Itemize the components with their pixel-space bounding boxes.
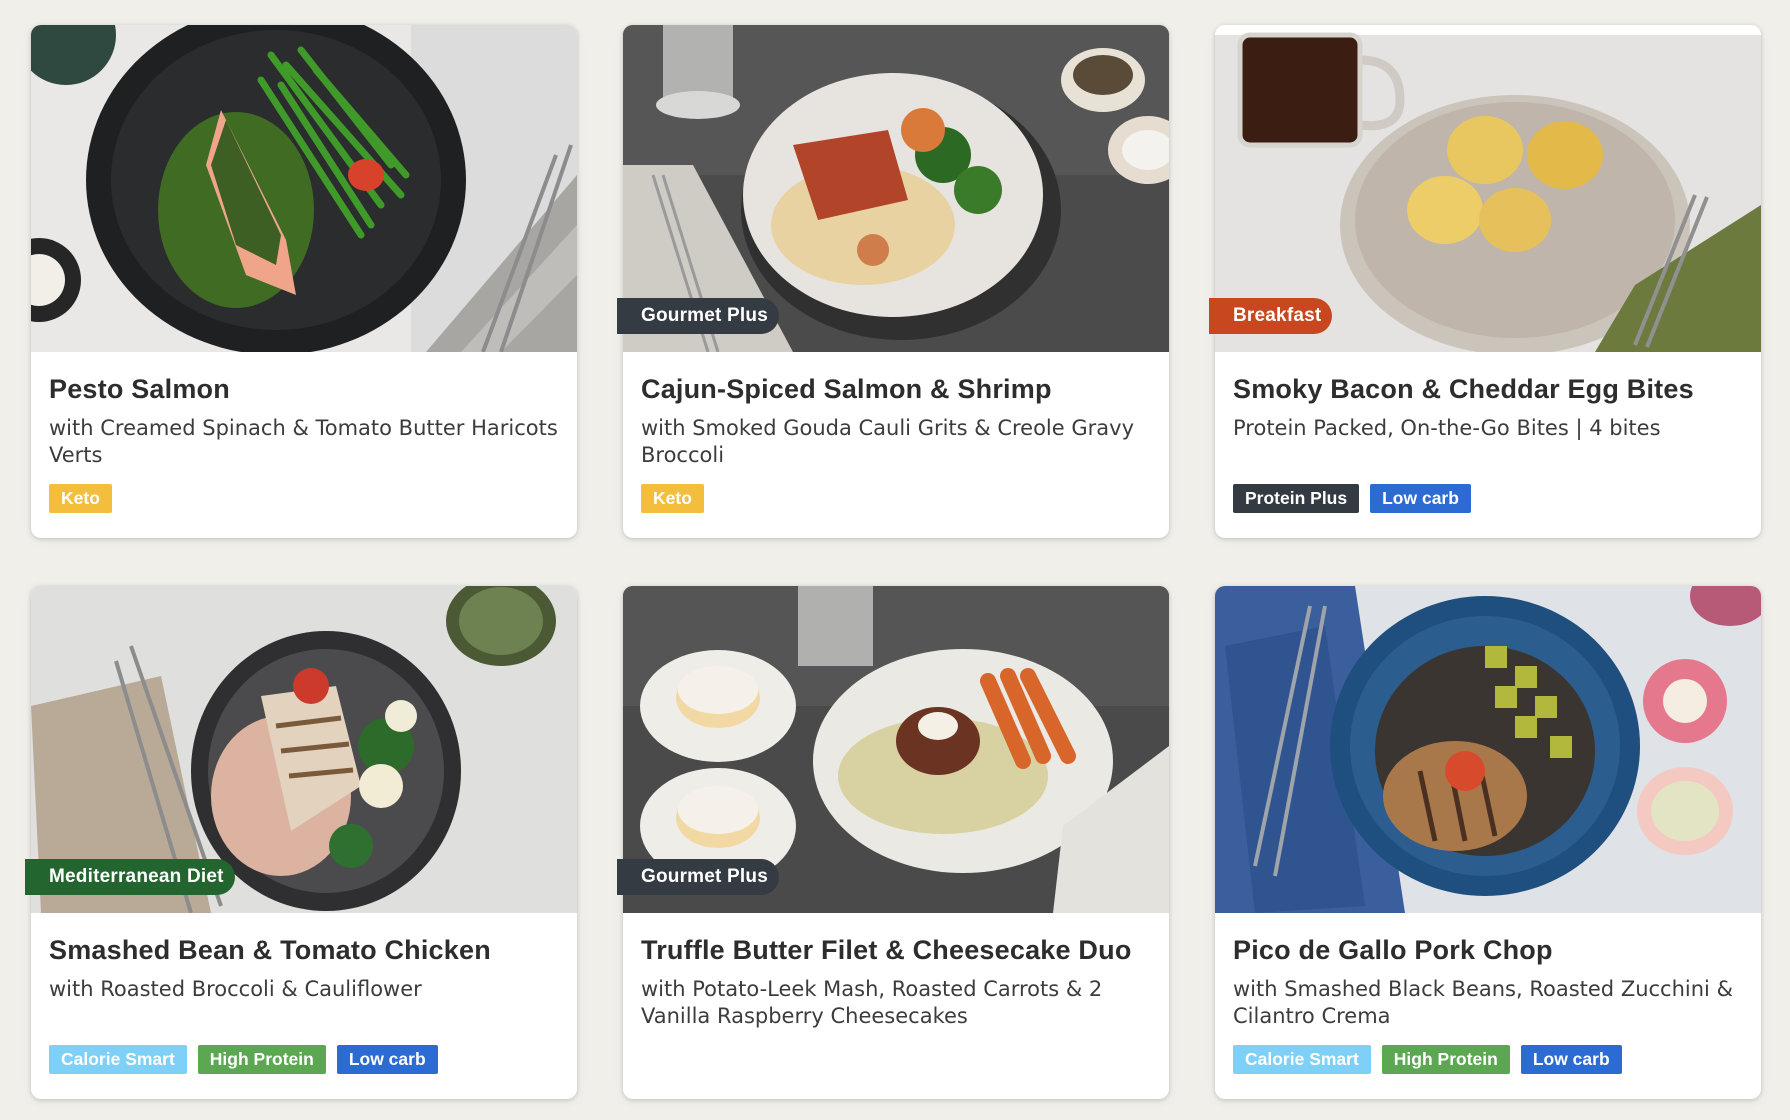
- tag-low-carb: Low carb: [336, 1045, 438, 1074]
- badge-breakfast: Breakfast: [1209, 298, 1333, 334]
- meal-card[interactable]: Gourmet Plus Truffle Butter Filet & Chee…: [617, 586, 1169, 1099]
- meal-subtitle: with Smashed Black Beans, Roasted Zucchi…: [1233, 977, 1733, 1028]
- badge-gourmet-plus: Gourmet Plus: [617, 298, 779, 334]
- tag-high-protein: High Protein: [1381, 1045, 1510, 1074]
- tag-protein-plus: Protein Plus: [1233, 484, 1360, 513]
- meal-subtitle: with Potato-Leek Mash, Roasted Carrots &…: [641, 977, 1103, 1028]
- badge-gourmet-plus: Gourmet Plus: [617, 859, 779, 895]
- meal-subtitle: with Smoked Gouda Cauli Grits & Creole G…: [641, 416, 1134, 467]
- meal-subtitle: Protein Packed, On-the-Go Bites | 4 bite…: [1233, 416, 1661, 440]
- meal-card[interactable]: Mediterranean Diet Smashed Bean & Tomato…: [25, 586, 577, 1099]
- salmon-plate-photo: [31, 25, 577, 352]
- meal-card[interactable]: Gourmet Plus Cajun-Spiced Salmon & Shrim…: [617, 25, 1169, 538]
- tag-list: Calorie Smart High Protein Low carb: [49, 1045, 438, 1074]
- meal-card[interactable]: Pesto Salmon with Creamed Spinach & Toma…: [31, 25, 577, 538]
- meal-subtitle: with Roasted Broccoli & Cauliflower: [49, 977, 422, 1001]
- tag-list: Keto: [49, 484, 112, 513]
- tag-high-protein: High Protein: [197, 1045, 326, 1074]
- tag-list: Protein Plus Low carb: [1233, 484, 1471, 513]
- meal-grid: Pesto Salmon with Creamed Spinach & Toma…: [25, 25, 1761, 1099]
- tag-keto: Keto: [49, 484, 112, 513]
- meal-card[interactable]: Pico de Gallo Pork Chop with Smashed Bla…: [1215, 586, 1761, 1099]
- tag-low-carb: Low carb: [1370, 484, 1471, 513]
- meal-title: Pico de Gallo Pork Chop: [1233, 935, 1553, 965]
- tag-list: Calorie Smart High Protein Low carb: [1233, 1045, 1622, 1074]
- tag-low-carb: Low carb: [1520, 1045, 1622, 1074]
- meal-title: Pesto Salmon: [49, 374, 230, 404]
- meal-title: Truffle Butter Filet & Cheesecake Duo: [641, 935, 1132, 965]
- tag-list: Keto: [641, 484, 704, 513]
- meal-subtitle: with Creamed Spinach & Tomato Butter Har…: [49, 416, 558, 467]
- tag-calorie-smart: Calorie Smart: [49, 1045, 187, 1074]
- pork-chop-plate-photo: [1215, 586, 1761, 913]
- meal-title: Cajun-Spiced Salmon & Shrimp: [641, 374, 1052, 404]
- tag-calorie-smart: Calorie Smart: [1233, 1045, 1371, 1074]
- meal-title: Smashed Bean & Tomato Chicken: [49, 935, 491, 965]
- tag-keto: Keto: [641, 484, 704, 513]
- meal-card[interactable]: Breakfast Smoky Bacon & Cheddar Egg Bite…: [1209, 25, 1761, 538]
- meal-title: Smoky Bacon & Cheddar Egg Bites: [1233, 374, 1694, 404]
- badge-mediterranean-diet: Mediterranean Diet: [25, 859, 235, 895]
